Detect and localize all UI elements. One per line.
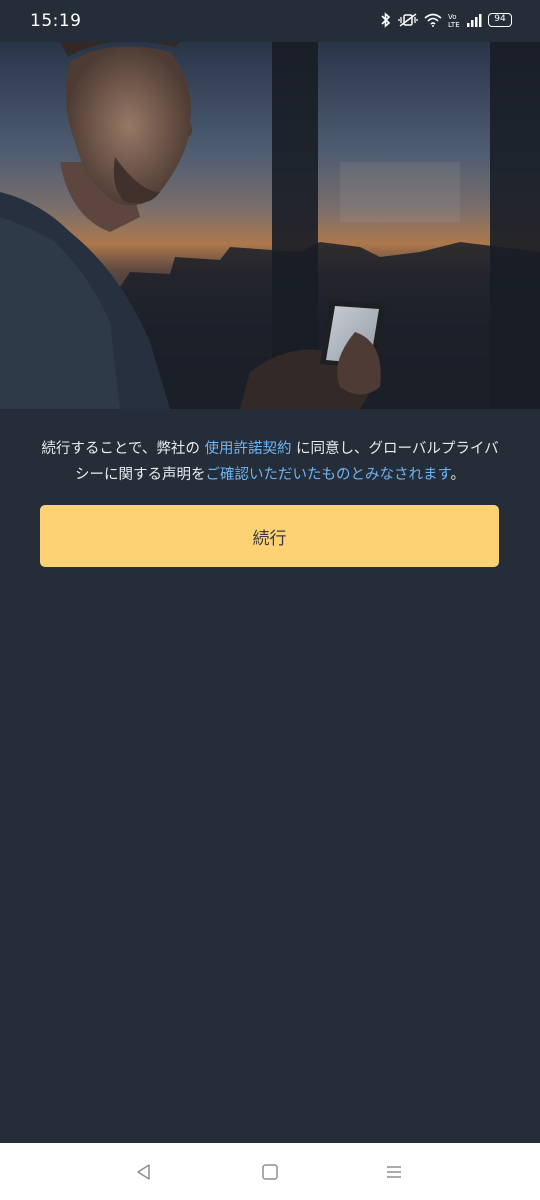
svg-text:LTE: LTE <box>448 21 460 28</box>
consent-text: 続行することで、弊社の 使用許諾契約 に同意し、グローバルプライバシーに関する声… <box>40 436 500 488</box>
consent-text-end: 。 <box>450 467 466 483</box>
consent-text-before: 続行することで、弊社の <box>41 441 205 457</box>
privacy-link[interactable]: ご確認いただいたものとみなされます <box>205 467 450 483</box>
wifi-icon <box>424 13 442 27</box>
status-time: 15:19 <box>30 11 82 31</box>
signal-icon <box>466 13 482 27</box>
mute-vibrate-icon <box>398 12 418 28</box>
svg-text:Vo: Vo <box>448 13 457 21</box>
hero-image <box>0 42 540 409</box>
continue-button-label: 続行 <box>252 528 287 549</box>
status-icons: Vo LTE 94 <box>380 12 512 28</box>
volte-icon: Vo LTE <box>448 12 460 28</box>
navigation-bar <box>0 1143 540 1200</box>
eula-link[interactable]: 使用許諾契約 <box>204 441 291 457</box>
home-icon[interactable] <box>259 1161 281 1183</box>
back-icon[interactable] <box>133 1161 155 1183</box>
battery-icon: 94 <box>488 13 512 27</box>
status-bar: 15:19 Vo LTE 94 <box>0 0 540 42</box>
continue-button[interactable]: 続行 <box>40 505 499 567</box>
bluetooth-icon <box>380 12 392 28</box>
recents-icon[interactable] <box>383 1161 405 1183</box>
